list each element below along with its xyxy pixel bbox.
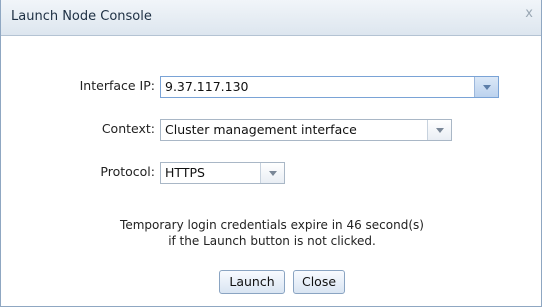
expiry-message-line2: if the Launch button is not clicked. <box>168 234 376 248</box>
chevron-down-icon[interactable] <box>474 77 498 97</box>
close-button[interactable]: Close <box>293 270 345 294</box>
chevron-down-icon[interactable] <box>260 163 284 183</box>
interface-ip-value: 9.37.117.130 <box>165 79 249 94</box>
chevron-down-icon[interactable] <box>427 120 451 140</box>
context-label: Context: <box>101 121 155 136</box>
context-select[interactable]: Cluster management interface <box>160 119 452 141</box>
launch-node-console-dialog: Launch Node Console x Interface IP: 9.37… <box>0 0 542 307</box>
interface-ip-label: Interface IP: <box>79 78 155 93</box>
protocol-value: HTTPS <box>165 165 205 180</box>
dialog-titlebar: Launch Node Console x <box>1 0 541 36</box>
launch-button[interactable]: Launch <box>219 270 285 294</box>
protocol-select[interactable]: HTTPS <box>160 162 285 184</box>
interface-ip-select[interactable]: 9.37.117.130 <box>160 76 499 98</box>
context-value: Cluster management interface <box>165 122 357 137</box>
expiry-message-line1: Temporary login credentials expire in 46… <box>120 218 424 232</box>
dialog-title: Launch Node Console <box>11 9 152 24</box>
protocol-label: Protocol: <box>100 164 155 179</box>
close-icon[interactable]: x <box>525 6 533 21</box>
